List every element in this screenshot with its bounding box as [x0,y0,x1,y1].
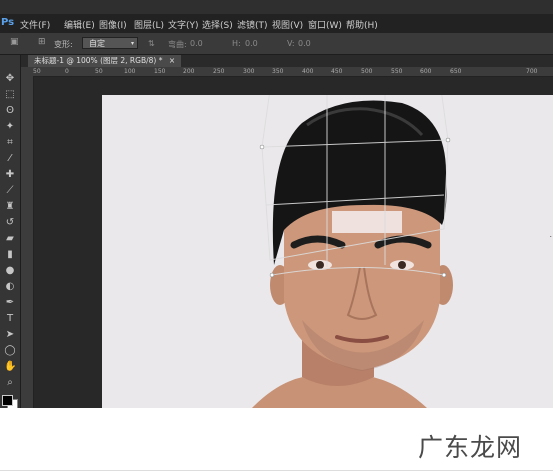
document-tab-title: 未标题-1 @ 100% (图层 2, RGB/8) * [34,56,163,65]
portrait-image[interactable] [102,95,553,408]
ruler-origin[interactable] [21,67,33,76]
document-tab[interactable]: 未标题-1 @ 100% (图层 2, RGB/8) * × [28,55,182,67]
menu-file[interactable]: 文件(F) [20,18,50,31]
foreground-color-swatch[interactable] [2,395,13,406]
vertical-distortion-label: V: [287,39,295,48]
pen-tool-icon[interactable]: ✒ [4,297,16,309]
ruler-tick-label: 650 [450,68,462,75]
menu-select[interactable]: 选择(S) [202,18,233,31]
ruler-tick-label: 700 [526,68,538,75]
canvas-area[interactable] [34,77,553,408]
ruler-tick-label: 0 [65,68,69,75]
shape-tool-icon[interactable]: ◯ [4,345,16,357]
warp-style-value: 自定 [89,39,105,48]
horizontal-ruler: 50 0 50 100 150 200 250 300 350 400 450 … [33,67,553,77]
watermark-logo: 广东龙网 [418,433,523,462]
clone-stamp-icon[interactable]: ♜ [4,201,16,213]
ruler-tick-label: 50 [33,68,41,75]
healing-brush-icon[interactable]: ✚ [4,169,16,181]
ruler-tick-label: 250 [213,68,225,75]
menu-bar: Ps 文件(F) 编辑(E) 图像(I) 图层(L) 文字(Y) 选择(S) 滤… [0,14,553,33]
ruler-tick-label: 400 [302,68,314,75]
reference-point-icon[interactable]: ⊞ [38,37,46,47]
photoshop-window: Ps 文件(F) 编辑(E) 图像(I) 图层(L) 文字(Y) 选择(S) 滤… [0,0,553,408]
menu-help[interactable]: 帮助(H) [346,18,378,31]
bend-value[interactable]: 0.0 [190,39,203,48]
tool-preset-icon[interactable]: ▣ [10,37,19,47]
ruler-tick-label: 300 [243,68,255,75]
change-orientation-icon[interactable]: ⇅ [148,39,155,48]
warp-style-select[interactable]: 自定 ▾ [82,37,138,49]
tools-panel: ✥ ⬚ ʘ ✦ ⌗ ⁄ ✚ ⟋ ♜ ↺ ▰ ▮ ● ◐ ✒ T ➤ ◯ ✋ ⌕ [0,55,21,408]
crop-tool-icon[interactable]: ⌗ [4,137,16,149]
vertical-distortion-value[interactable]: 0.0 [298,39,311,48]
menu-image[interactable]: 图像(I) [99,18,127,31]
ruler-tick-label: 550 [391,68,403,75]
horizontal-distortion-label: H: [232,39,241,48]
ruler-tick-label: 600 [420,68,432,75]
ruler-tick-label: 200 [183,68,195,75]
path-select-icon[interactable]: ➤ [4,329,16,341]
menu-filter[interactable]: 滤镜(T) [237,18,268,31]
menu-edit[interactable]: 编辑(E) [64,18,95,31]
menu-window[interactable]: 窗口(W) [308,18,342,31]
eraser-icon[interactable]: ▰ [4,233,16,245]
chevron-down-icon: ▾ [130,40,134,47]
ruler-tick-label: 350 [272,68,284,75]
photoshop-logo: Ps [1,17,15,28]
menu-type[interactable]: 文字(Y) [168,18,199,31]
ruler-tick-label: 500 [361,68,373,75]
ruler-tick-label: 150 [154,68,166,75]
type-tool-icon[interactable]: T [4,313,16,325]
close-icon[interactable]: × [169,56,175,65]
menu-layer[interactable]: 图层(L) [134,18,164,31]
magic-wand-icon[interactable]: ✦ [4,121,16,133]
ruler-tick-label: 450 [331,68,343,75]
edge-marker: ˙ [548,236,553,246]
eyedropper-icon[interactable]: ⁄ [4,153,16,165]
ruler-tick-label: 50 [95,68,103,75]
brush-tool-icon[interactable]: ⟋ [4,185,16,197]
divider [0,470,553,471]
portrait-illustration [102,95,553,408]
gradient-tool-icon[interactable]: ▮ [4,249,16,261]
lasso-tool-icon[interactable]: ʘ [4,105,16,117]
warp-label: 变形: [54,40,73,49]
horizontal-distortion-value[interactable]: 0.0 [245,39,258,48]
options-bar: ▣ ⊞ 变形: 自定 ▾ ⇅ 弯曲: 0.0 H: 0.0 V: 0.0 [0,33,553,55]
hand-tool-icon[interactable]: ✋ [4,361,16,373]
document-tab-bar: 未标题-1 @ 100% (图层 2, RGB/8) * × [21,55,553,67]
marquee-tool-icon[interactable]: ⬚ [4,89,16,101]
ruler-tick-label: 100 [124,68,136,75]
dodge-tool-icon[interactable]: ◐ [4,281,16,293]
history-brush-icon[interactable]: ↺ [4,217,16,229]
blur-tool-icon[interactable]: ● [4,265,16,277]
zoom-tool-icon[interactable]: ⌕ [4,377,16,389]
menu-view[interactable]: 视图(V) [272,18,303,31]
move-tool-icon[interactable]: ✥ [4,73,16,85]
bend-label: 弯曲: [168,40,187,49]
vertical-ruler [21,76,34,408]
